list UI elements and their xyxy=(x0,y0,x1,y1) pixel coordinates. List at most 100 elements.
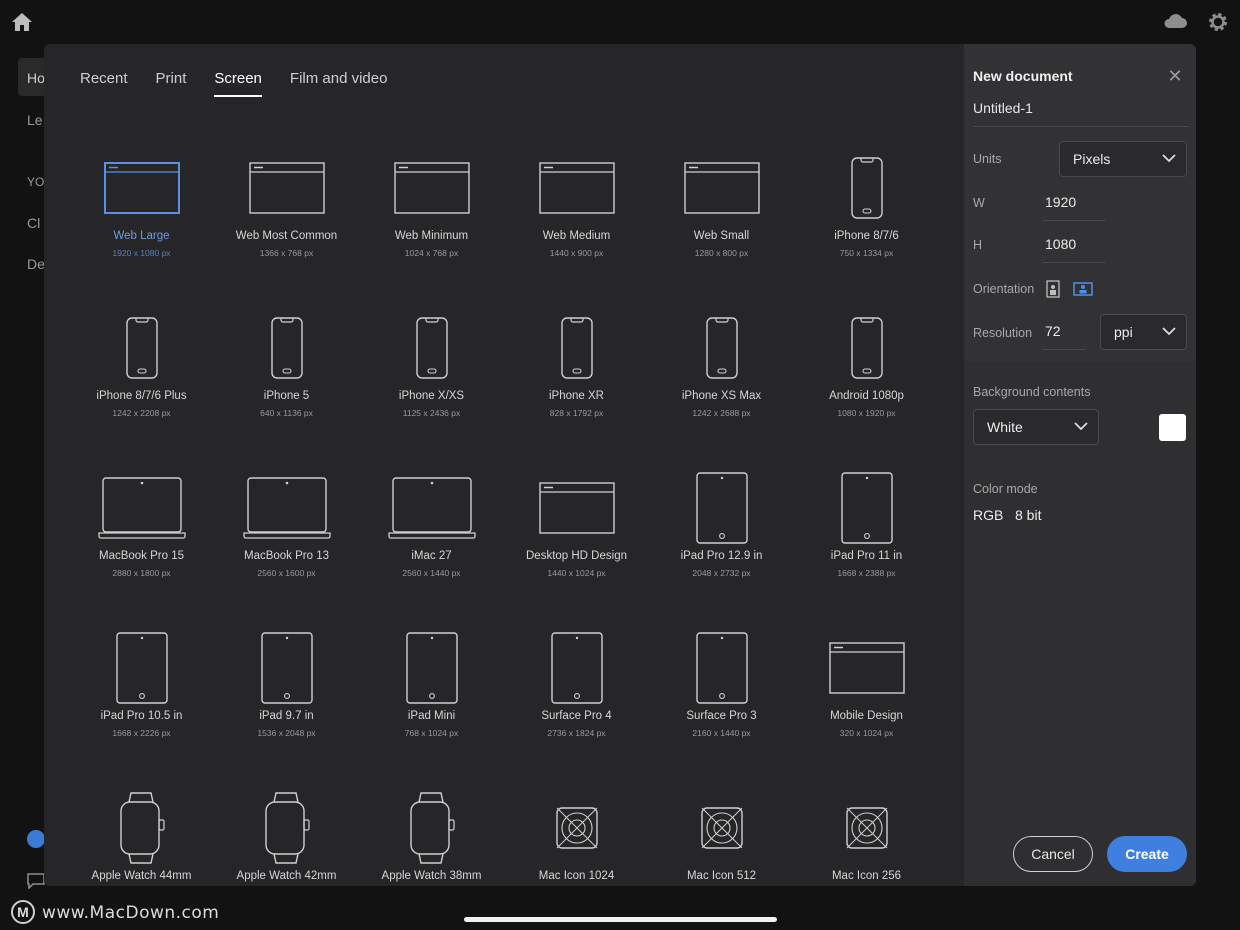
resolution-unit-dropdown[interactable]: ppi xyxy=(1100,314,1187,350)
preset-tile[interactable]: Mac Icon 1024 xyxy=(504,784,649,886)
tablet-icon xyxy=(794,464,939,552)
preset-tile[interactable]: MacBook Pro 13 2560 x 1600 px xyxy=(214,464,359,624)
home-indicator-bar[interactable] xyxy=(464,917,777,922)
width-label: W xyxy=(973,196,985,210)
preset-tile[interactable]: Mac Icon 512 xyxy=(649,784,794,886)
preset-tile[interactable]: iPhone 5 640 x 1136 px xyxy=(214,304,359,464)
preset-tile[interactable]: iPhone XR 828 x 1792 px xyxy=(504,304,649,464)
cloud-icon[interactable] xyxy=(1162,10,1188,32)
preset-tile[interactable]: iPhone XS Max 1242 x 2688 px xyxy=(649,304,794,464)
tablet-icon xyxy=(214,624,359,712)
document-name-field[interactable]: Untitled-1 xyxy=(973,100,1033,116)
preset-tile[interactable]: Apple Watch 42mm xyxy=(214,784,359,886)
units-dropdown[interactable]: Pixels xyxy=(1059,141,1187,177)
preset-tile[interactable]: Surface Pro 3 2160 x 1440 px xyxy=(649,624,794,784)
laptop-icon xyxy=(359,464,504,552)
chevron-down-icon xyxy=(1162,327,1176,336)
preset-name: Web Most Common xyxy=(235,230,338,242)
background-sidebar-item: YO xyxy=(27,175,44,189)
preset-name: Web Minimum xyxy=(394,230,469,242)
preset-size: 1536 x 2048 px xyxy=(257,728,316,738)
preset-size: 1440 x 900 px xyxy=(549,248,604,258)
preset-tile[interactable]: Web Most Common 1366 x 768 px xyxy=(214,144,359,304)
settings-gear-icon[interactable] xyxy=(1206,10,1230,34)
tab-screen[interactable]: Screen xyxy=(214,70,262,97)
add-icon[interactable] xyxy=(27,830,45,848)
tablet-icon xyxy=(69,624,214,712)
watch-icon xyxy=(214,784,359,872)
watermark-logo-letter: M xyxy=(17,904,29,920)
preset-name: iPhone 8/7/6 xyxy=(834,230,899,242)
preset-tile[interactable]: iPhone 8/7/6 Plus 1242 x 2208 px xyxy=(69,304,214,464)
create-button[interactable]: Create xyxy=(1107,836,1187,872)
color-mode-value[interactable]: RGB xyxy=(973,507,1003,523)
landscape-orientation-icon[interactable] xyxy=(1073,280,1093,298)
tab-print[interactable]: Print xyxy=(156,70,187,97)
units-label: Units xyxy=(973,152,1002,166)
background-sidebar-item: Le xyxy=(27,112,43,128)
laptop-icon xyxy=(214,464,359,552)
preset-tile[interactable]: Apple Watch 44mm xyxy=(69,784,214,886)
preset-tile[interactable]: Apple Watch 38mm xyxy=(359,784,504,886)
preset-name: iPhone XS Max xyxy=(681,390,762,402)
watch-icon xyxy=(359,784,504,872)
phone-icon xyxy=(794,304,939,392)
preset-size: 1668 x 2226 px xyxy=(112,728,171,738)
background-contents-label: Background contents xyxy=(973,385,1091,399)
preset-size: 640 x 1136 px xyxy=(260,408,313,418)
portrait-orientation-icon[interactable] xyxy=(1044,280,1062,298)
preset-size: 1280 x 800 px xyxy=(694,248,749,258)
cancel-button[interactable]: Cancel xyxy=(1013,836,1093,872)
background-contents-dropdown[interactable]: White xyxy=(973,409,1099,445)
preset-tile[interactable]: iMac 27 2560 x 1440 px xyxy=(359,464,504,624)
preset-tile[interactable]: iPad 9.7 in 1536 x 2048 px xyxy=(214,624,359,784)
background-sidebar-item: Ho xyxy=(27,70,44,86)
preset-tile[interactable]: Web Small 1280 x 800 px xyxy=(649,144,794,304)
preset-size: 2048 x 2732 px xyxy=(692,568,751,578)
watch-icon xyxy=(69,784,214,872)
preset-name: iPad 9.7 in xyxy=(259,710,314,722)
home-icon[interactable] xyxy=(10,10,34,34)
preset-tile[interactable]: Mobile Design 320 x 1024 px xyxy=(794,624,939,784)
background-color-swatch[interactable] xyxy=(1159,414,1186,441)
preset-size: 2560 x 1440 px xyxy=(402,568,461,578)
preset-tile[interactable]: iPhone 8/7/6 750 x 1334 px xyxy=(794,144,939,304)
preset-name: Apple Watch 38mm xyxy=(381,870,482,882)
app-icon-grid-icon xyxy=(504,784,649,872)
preset-tile[interactable]: iPad Pro 10.5 in 1668 x 2226 px xyxy=(69,624,214,784)
units-value: Pixels xyxy=(1073,151,1111,167)
preset-name: MacBook Pro 15 xyxy=(98,550,184,562)
preset-tile[interactable]: MacBook Pro 15 2880 x 1800 px xyxy=(69,464,214,624)
preset-browser: Recent Print Screen Film and video Web L… xyxy=(44,44,964,886)
preset-tile[interactable]: iPad Pro 11 in 1668 x 2388 px xyxy=(794,464,939,624)
preset-tile[interactable]: Mac Icon 256 xyxy=(794,784,939,886)
feedback-icon[interactable] xyxy=(27,873,45,889)
height-input[interactable]: 1080 xyxy=(1045,236,1076,252)
preset-tile[interactable]: Android 1080p 1080 x 1920 px xyxy=(794,304,939,464)
close-icon[interactable]: ✕ xyxy=(1166,67,1184,85)
resolution-input[interactable]: 72 xyxy=(1045,323,1061,339)
preset-size: 768 x 1024 px xyxy=(404,728,459,738)
preset-name: Mac Icon 256 xyxy=(831,870,902,882)
preset-tile[interactable]: Desktop HD Design 1440 x 1024 px xyxy=(504,464,649,624)
preset-size: 1668 x 2388 px xyxy=(837,568,896,578)
preset-name: Android 1080p xyxy=(829,390,904,402)
color-mode-label: Color mode xyxy=(973,482,1038,496)
preset-tile[interactable]: iPad Mini 768 x 1024 px xyxy=(359,624,504,784)
preset-tile[interactable]: Web Large 1920 x 1080 px xyxy=(69,144,214,304)
width-input[interactable]: 1920 xyxy=(1045,194,1076,210)
preset-category-tabs: Recent Print Screen Film and video xyxy=(80,70,415,97)
preset-tile[interactable]: iPad Pro 12.9 in 2048 x 2732 px xyxy=(649,464,794,624)
tablet-icon xyxy=(359,624,504,712)
preset-size: 1242 x 2208 px xyxy=(112,408,171,418)
preset-tile[interactable]: Web Medium 1440 x 900 px xyxy=(504,144,649,304)
tab-film-and-video[interactable]: Film and video xyxy=(290,70,388,97)
watermark-logo: M xyxy=(11,900,35,924)
preset-name: iPad Pro 10.5 in xyxy=(100,710,183,722)
tab-recent[interactable]: Recent xyxy=(80,70,128,97)
bit-depth-value[interactable]: 8 bit xyxy=(1015,507,1041,523)
app-icon-grid-icon xyxy=(649,784,794,872)
preset-tile[interactable]: iPhone X/XS 1125 x 2436 px xyxy=(359,304,504,464)
preset-tile[interactable]: Web Minimum 1024 x 768 px xyxy=(359,144,504,304)
preset-tile[interactable]: Surface Pro 4 2736 x 1824 px xyxy=(504,624,649,784)
